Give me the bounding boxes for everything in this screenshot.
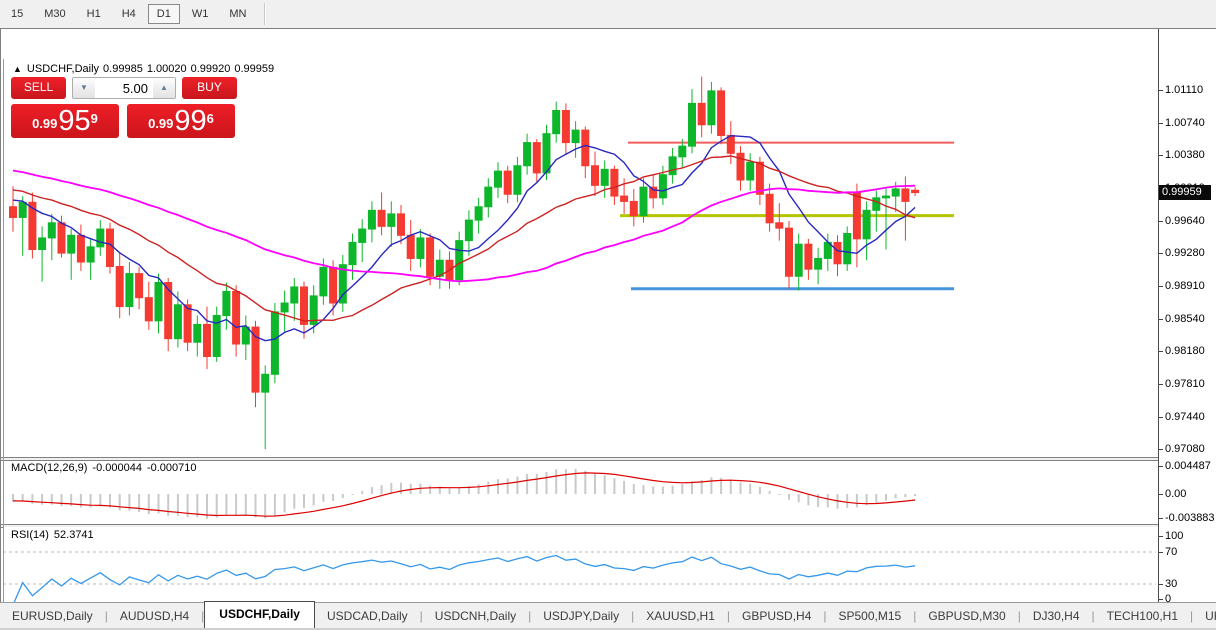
one-click-trade-panel: SELL ▼ ▲ BUY 0.99 95 9 0.99 99 6 (11, 77, 237, 138)
trading-terminal: 15M30H1H4D1W1MN ▲ USDCHF,Daily 0.99985 1.00… (0, 0, 1216, 630)
chart-tab-eurusd-daily[interactable]: EURUSD,Daily (0, 605, 105, 628)
rsi-axis-label: 30 (1165, 578, 1177, 590)
price-axis-label: 1.00740 (1165, 117, 1205, 129)
rsi-axis-label: 70 (1165, 546, 1177, 558)
axis-tick (1159, 351, 1163, 352)
price-axis-label: 0.99280 (1165, 247, 1205, 259)
axis-tick (1159, 253, 1163, 254)
price-axis-label: 0.97810 (1165, 378, 1205, 390)
toolbar-separator (264, 3, 266, 25)
price-axis[interactable]: 1.011101.007401.003801.000100.996400.992… (1159, 29, 1216, 607)
chart-tab-usdchf-daily[interactable]: USDCHF,Daily (204, 601, 315, 628)
macd-label: MACD(12,26,9) (11, 462, 87, 474)
legend-symbol: USDCHF,Daily (27, 63, 99, 75)
macd-value-main: -0.000044 (92, 462, 142, 474)
chart-tab-xauusd-h1[interactable]: XAUUSD,H1 (634, 605, 727, 628)
buy-price-big: 99 (174, 108, 206, 135)
chart-tab-dj30-h4[interactable]: DJ30,H4 (1021, 605, 1092, 628)
axis-tick (1159, 518, 1163, 519)
chart-tab-bar: EURUSD,Daily|AUDUSD,H4|USDCHF,DailyUSDCA… (0, 602, 1216, 630)
chart-tab-tech100-h1[interactable]: TECH100,H1 (1095, 605, 1190, 628)
buy-price-prefix: 0.99 (148, 113, 173, 135)
axis-tick (1159, 221, 1163, 222)
chart-tab-gbpusd-h4[interactable]: GBPUSD,H4 (730, 605, 823, 628)
axis-tick (1159, 536, 1163, 537)
chart-tab-uko[interactable]: UKO (1193, 605, 1216, 628)
legend-open: 0.99985 (103, 63, 143, 75)
timeframe-button-w1[interactable]: W1 (183, 4, 218, 24)
axis-tick (1159, 449, 1163, 450)
rsi-label: RSI(14) (11, 529, 49, 541)
axis-tick (1159, 90, 1163, 91)
chart-tab-gbpusd-m30[interactable]: GBPUSD,M30 (916, 605, 1017, 628)
chart-tab-usdcad-daily[interactable]: USDCAD,Daily (315, 605, 420, 628)
chart-tab-sp500-m15[interactable]: SP500,M15 (827, 605, 914, 628)
rsi-value: 52.3741 (54, 529, 94, 541)
volume-decrease-icon[interactable]: ▼ (73, 78, 95, 98)
sell-price-big: 95 (58, 108, 90, 135)
axis-tick (1159, 286, 1163, 287)
axis-tick (1159, 552, 1163, 553)
sell-price-tile[interactable]: 0.99 95 9 (11, 104, 119, 138)
price-axis-label: 1.01110 (1165, 84, 1203, 96)
chart-tab-usdjpy-daily[interactable]: USDJPY,Daily (531, 605, 631, 628)
timeframe-button-d1[interactable]: D1 (148, 4, 180, 24)
macd-axis-label: 0.00 (1165, 488, 1186, 500)
axis-tick (1159, 466, 1163, 467)
timeframe-button-m30[interactable]: M30 (35, 4, 74, 24)
macd-axis-label: -0.003883 (1165, 512, 1215, 524)
axis-tick (1159, 599, 1163, 600)
timeframe-toolbar: 15M30H1H4D1W1MN (0, 0, 1216, 28)
collapse-chart-icon[interactable]: ▲ (13, 64, 22, 74)
macd-legend: MACD(12,26,9) -0.000044 -0.000710 (11, 462, 197, 474)
macd-value-signal: -0.000710 (147, 462, 197, 474)
axis-tick (1159, 123, 1163, 124)
buy-price-pip: 6 (207, 104, 214, 134)
axis-tick (1159, 584, 1163, 585)
chart-legend: ▲ USDCHF,Daily 0.99985 1.00020 0.999200.9995… (13, 63, 274, 75)
price-axis-label: 0.98910 (1165, 280, 1205, 292)
rsi-panel-canvas[interactable] (3, 527, 1158, 607)
price-axis-label: 0.97440 (1165, 411, 1205, 423)
timeframe-button-h1[interactable]: H1 (78, 4, 110, 24)
timeframe-button-mn[interactable]: MN (220, 4, 255, 24)
legend-close: 0.99959 (234, 63, 274, 75)
price-axis-label: 0.98180 (1165, 345, 1205, 357)
legend-high: 1.00020 (147, 63, 187, 75)
price-axis-label: 0.99640 (1165, 215, 1205, 227)
buy-price-tile[interactable]: 0.99 99 6 (127, 104, 235, 138)
axis-tick (1159, 384, 1163, 385)
buy-button[interactable]: BUY (182, 77, 237, 99)
volume-increase-icon[interactable]: ▲ (153, 78, 175, 98)
sell-price-prefix: 0.99 (32, 113, 57, 135)
volume-stepper: ▼ ▲ (72, 77, 176, 99)
timeframe-button-h4[interactable]: H4 (113, 4, 145, 24)
current-price-tag: 0.99959 (1159, 185, 1211, 200)
axis-divider (1158, 29, 1159, 607)
axis-tick (1159, 155, 1163, 156)
legend-low: 0.99920 (191, 63, 231, 75)
price-axis-label: 0.97080 (1165, 443, 1205, 455)
rsi-legend: RSI(14) 52.3741 (11, 529, 94, 541)
sell-price-pip: 9 (91, 104, 98, 134)
chart-left-frame (3, 59, 5, 607)
chart-tab-usdcnh-daily[interactable]: USDCNH,Daily (423, 605, 528, 628)
axis-tick (1159, 319, 1163, 320)
axis-tick (1159, 417, 1163, 418)
axis-tick (1159, 494, 1163, 495)
chart-tab-audusd-h4[interactable]: AUDUSD,H4 (108, 605, 201, 628)
macd-axis-label: 0.004487 (1165, 460, 1211, 472)
timeframe-button-15[interactable]: 15 (2, 4, 32, 24)
price-axis-label: 0.98540 (1165, 313, 1205, 325)
sell-button[interactable]: SELL (11, 77, 66, 99)
rsi-axis-label: 100 (1165, 530, 1183, 542)
volume-input[interactable] (95, 78, 153, 98)
price-axis-label: 1.00380 (1165, 149, 1205, 161)
chart-window: ▲USDCHF,Daily0.999851.000200.999200.9995… (0, 28, 1216, 602)
